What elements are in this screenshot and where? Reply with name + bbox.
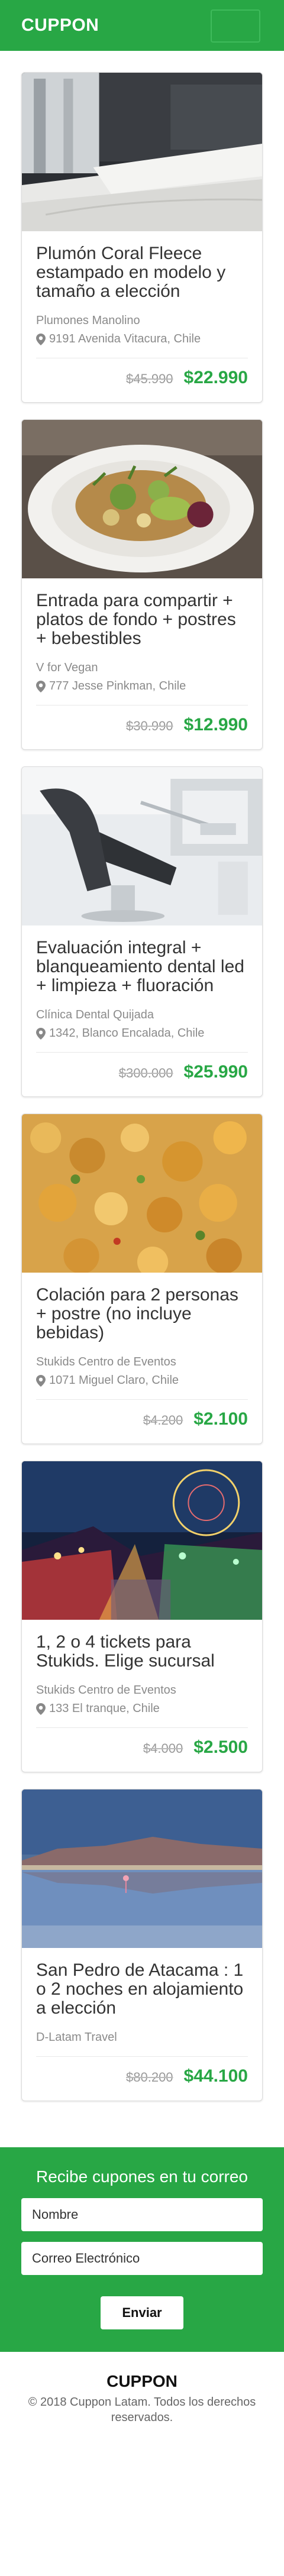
email-input[interactable]	[21, 2242, 263, 2275]
deal-vendor: Stukids Centro de Eventos	[36, 1355, 176, 1368]
deal-title[interactable]: San Pedro de Atacama : 1 o 2 noches en a…	[36, 1961, 248, 2018]
deal-prices: $4.000 $2.500	[36, 1737, 248, 1758]
deal-old-price: $4.000	[143, 1741, 183, 1756]
newsletter-heading: Recibe cupones en tu correo	[36, 2167, 248, 2186]
divider	[36, 1727, 248, 1728]
deal-card[interactable]: Colación para 2 personas + postre (no in…	[21, 1114, 263, 1444]
submit-button[interactable]: Enviar	[101, 2296, 183, 2329]
footer-brand: CUPPON	[106, 2372, 178, 2390]
deal-price: $44.100	[183, 2066, 248, 2086]
deal-address-text: 1071 Miguel Claro, Chile	[49, 1374, 179, 1387]
deal-title[interactable]: Entrada para compartir + platos de fondo…	[36, 591, 248, 648]
deal-address-text: 777 Jesse Pinkman, Chile	[49, 679, 186, 692]
deal-address: 9191 Avenida Vitacura, Chile	[36, 332, 248, 346]
deal-vendor: V for Vegan	[36, 661, 98, 674]
deal-title[interactable]: Colación para 2 personas + postre (no in…	[36, 1286, 248, 1342]
deal-address-text: 133 El tranque, Chile	[49, 1702, 160, 1715]
deal-old-price: $300.000	[118, 1066, 173, 1080]
deal-card[interactable]: 1, 2 o 4 tickets para Stukids. Elige suc…	[21, 1461, 263, 1772]
deal-price: $2.500	[193, 1737, 248, 1757]
site-header: CUPPON	[0, 0, 284, 51]
deal-price: $12.990	[183, 715, 248, 734]
site-footer: CUPPON © 2018 Cuppon Latam. Todos los de…	[0, 2352, 284, 2437]
deal-vendor: Clínica Dental Quijada	[36, 1008, 154, 1021]
deal-image-atacama-lake[interactable]	[22, 1789, 262, 1948]
map-pin-icon	[36, 1703, 46, 1715]
deal-card[interactable]: San Pedro de Atacama : 1 o 2 noches en a…	[21, 1789, 263, 2101]
deal-card[interactable]: Entrada para compartir + platos de fondo…	[21, 419, 263, 750]
brand-logo[interactable]: CUPPON	[21, 15, 99, 35]
deal-prices: $45.990 $22.990	[36, 368, 248, 388]
deal-vendor: Plumones Manolino	[36, 314, 140, 327]
map-pin-icon	[36, 680, 46, 692]
deal-price: $25.990	[183, 1062, 248, 1082]
menu-toggle-button[interactable]	[211, 9, 260, 43]
deal-vendor: D-Latam Travel	[36, 2031, 117, 2044]
deal-prices: $30.990 $12.990	[36, 715, 248, 735]
map-pin-icon	[36, 1027, 46, 1040]
divider	[36, 1399, 248, 1400]
deal-card[interactable]: Plumón Coral Fleece estampado en modelo …	[21, 72, 263, 403]
deal-image-amusement-park[interactable]	[22, 1461, 262, 1620]
map-pin-icon	[36, 1374, 46, 1387]
deal-old-price: $45.990	[126, 371, 173, 386]
deal-vendor: Stukids Centro de Eventos	[36, 1684, 176, 1697]
deal-image-vegan-plate[interactable]	[22, 420, 262, 578]
newsletter-section: Recibe cupones en tu correo Enviar	[0, 2147, 284, 2352]
deal-address: 777 Jesse Pinkman, Chile	[36, 679, 248, 693]
deal-list: Plumón Coral Fleece estampado en modelo …	[0, 51, 284, 2126]
deal-old-price: $80.200	[126, 2070, 173, 2085]
deal-address-text: 1342, Blanco Encalada, Chile	[49, 1027, 205, 1040]
deal-address-text: 9191 Avenida Vitacura, Chile	[49, 332, 201, 345]
map-pin-icon	[36, 333, 46, 345]
deal-image-food-dish[interactable]	[22, 1114, 262, 1273]
divider	[36, 2056, 248, 2057]
deal-title[interactable]: Evaluación integral + blanqueamiento den…	[36, 939, 248, 995]
deal-image-blanket[interactable]	[22, 73, 262, 231]
deal-address: 1342, Blanco Encalada, Chile	[36, 1027, 248, 1040]
deal-price: $2.100	[193, 1409, 248, 1429]
deal-prices: $80.200 $44.100	[36, 2066, 248, 2086]
deal-address: 1071 Miguel Claro, Chile	[36, 1374, 248, 1387]
deal-prices: $300.000 $25.990	[36, 1062, 248, 1082]
deal-title[interactable]: 1, 2 o 4 tickets para Stukids. Elige suc…	[36, 1633, 248, 1671]
deal-title[interactable]: Plumón Coral Fleece estampado en modelo …	[36, 244, 248, 301]
deal-old-price: $30.990	[126, 719, 173, 733]
divider	[36, 705, 248, 706]
divider	[36, 1052, 248, 1053]
name-input[interactable]	[21, 2198, 263, 2231]
deal-prices: $4.200 $2.100	[36, 1409, 248, 1429]
deal-old-price: $4.200	[143, 1413, 183, 1428]
deal-card[interactable]: Evaluación integral + blanqueamiento den…	[21, 766, 263, 1097]
deal-price: $22.990	[183, 368, 248, 387]
copyright-text: © 2018 Cuppon Latam. Todos los derechos …	[28, 2396, 256, 2424]
deal-address: 133 El tranque, Chile	[36, 1702, 248, 1716]
deal-image-dental-chair[interactable]	[22, 767, 262, 925]
